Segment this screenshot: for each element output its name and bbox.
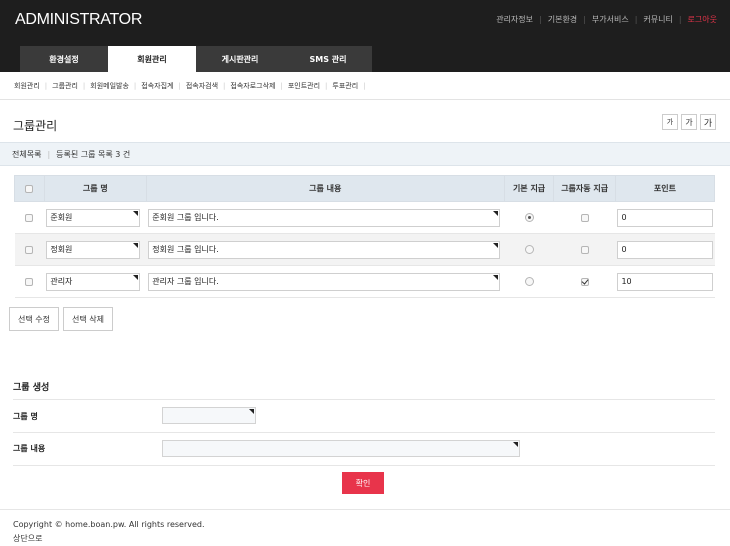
separator: | — [133, 81, 137, 90]
group-name-label: 그룹 명 — [13, 412, 38, 421]
separator: | — [280, 81, 283, 90]
subnav-visitor-log-delete[interactable]: 접속자로그삭제 — [230, 81, 275, 91]
separator: | — [539, 15, 542, 24]
divider — [13, 432, 715, 433]
copyright-text: Copyright © home.boan.pw. All rights res… — [13, 520, 205, 529]
point-input[interactable]: 0 — [617, 240, 714, 259]
admin-header: ADMINISTRATOR 관리자정보 | 기본환경 | 부가서비스 | 커뮤니… — [0, 0, 730, 72]
main-nav: 환경설정 회원관리 게시판관리 SMS 관리 — [20, 46, 372, 72]
subnav-member-mail[interactable]: 회원메일발송 — [90, 81, 129, 91]
site-logo[interactable]: ADMINISTRATOR — [15, 11, 142, 29]
confirm-button[interactable]: 확인 — [342, 472, 384, 494]
table-row: 관리자 관리자 그룹 입니다. 10 — [14, 265, 715, 298]
row-select-checkbox[interactable] — [25, 213, 34, 222]
top-link-admin-info[interactable]: 관리자정보 — [496, 14, 533, 25]
group-name-input[interactable]: 준회원 — [46, 208, 141, 227]
footer-divider — [0, 509, 730, 510]
subnav-group-manage[interactable]: 그룹관리 — [52, 81, 78, 91]
separator: | — [44, 81, 48, 90]
new-group-desc-input[interactable] — [162, 440, 520, 457]
separator: | — [583, 15, 586, 24]
subnav-visitor-stats[interactable]: 접속자집계 — [141, 81, 173, 91]
font-small-button[interactable]: 가 — [662, 114, 678, 130]
group-desc-label: 그룹 내용 — [13, 444, 46, 453]
separator: | — [363, 81, 366, 90]
separator: | — [223, 81, 226, 90]
row-select-checkbox[interactable] — [25, 277, 34, 286]
column-header-point: 포인트 — [614, 175, 716, 202]
font-size-controls: 가 가 가 — [662, 114, 716, 130]
group-name-input[interactable]: 관리자 — [46, 272, 141, 291]
default-group-radio[interactable] — [524, 213, 534, 222]
top-link-basic-config[interactable]: 기본환경 — [548, 14, 577, 25]
group-desc-input[interactable]: 정회원 그룹 입니다. — [148, 240, 501, 259]
group-name-input[interactable]: 정회원 — [46, 240, 141, 259]
subnav-point-manage[interactable]: 포인트관리 — [288, 81, 320, 91]
auto-grant-checkbox[interactable] — [580, 213, 589, 222]
point-input[interactable]: 0 — [617, 208, 714, 227]
top-utility-nav: 관리자정보 | 기본환경 | 부가서비스 | 커뮤니티 | 로그아웃 — [496, 14, 717, 25]
subnav-poll-manage[interactable]: 투표관리 — [332, 81, 358, 91]
top-link-extra-services[interactable]: 부가서비스 — [592, 14, 629, 25]
separator: | — [678, 15, 682, 24]
group-table: 그룹 명 그룹 내용 기본 지급 그룹자동 지급 포인트 준회원 준회원 그룹 … — [14, 175, 716, 298]
subnav-member-manage[interactable]: 회원관리 — [14, 81, 40, 91]
default-group-radio[interactable] — [524, 245, 534, 254]
new-group-name-input[interactable] — [162, 407, 256, 424]
page-title: 그룹관리 — [13, 119, 58, 133]
row-select-checkbox[interactable] — [25, 245, 34, 254]
column-header-name: 그룹 명 — [43, 175, 147, 202]
table-header-row: 그룹 명 그룹 내용 기본 지급 그룹자동 지급 포인트 — [14, 175, 716, 202]
point-input[interactable]: 10 — [617, 272, 714, 291]
group-count-text: 등록된 그룹 목록 3 건 — [56, 149, 131, 159]
font-medium-button[interactable]: 가 — [681, 114, 697, 130]
auto-grant-checkbox[interactable] — [580, 277, 589, 286]
separator: | — [178, 81, 181, 90]
tab-settings[interactable]: 환경설정 — [20, 46, 108, 72]
create-group-title: 그룹 생성 — [13, 383, 50, 393]
default-group-radio[interactable] — [524, 277, 534, 286]
group-desc-input[interactable]: 준회원 그룹 입니다. — [148, 208, 501, 227]
separator: | — [47, 149, 51, 159]
logout-link[interactable]: 로그아웃 — [688, 14, 717, 25]
select-all-cell — [14, 175, 45, 202]
divider — [13, 399, 715, 400]
font-large-button[interactable]: 가 — [700, 114, 716, 130]
divider — [13, 465, 715, 466]
auto-grant-checkbox[interactable] — [580, 245, 589, 254]
column-header-desc: 그룹 내용 — [145, 175, 505, 202]
table-row: 정회원 정회원 그룹 입니다. 0 — [14, 233, 715, 266]
tab-boards[interactable]: 게시판관리 — [196, 46, 284, 72]
tab-sms[interactable]: SMS 관리 — [284, 46, 372, 72]
top-link-community[interactable]: 커뮤니티 — [643, 14, 672, 25]
column-header-default: 기본 지급 — [503, 175, 555, 202]
subnav-visitor-search[interactable]: 접속자검색 — [186, 81, 218, 91]
back-to-top-link[interactable]: 상단으로 — [13, 533, 42, 544]
separator: | — [634, 15, 638, 24]
sub-nav: 회원관리 | 그룹관리 | 회원메일발송 | 접속자집계 | 접속자검색 | 접… — [0, 72, 730, 100]
list-summary: 전체목록 | 등록된 그룹 목록 3 건 — [0, 142, 730, 166]
delete-selected-button[interactable]: 선택 삭제 — [62, 307, 113, 331]
all-list-link[interactable]: 전체목록 — [12, 149, 41, 160]
group-desc-input[interactable]: 관리자 그룹 입니다. — [148, 272, 501, 291]
edit-selected-button[interactable]: 선택 수정 — [9, 307, 59, 331]
column-header-auto: 그룹자동 지급 — [553, 175, 616, 202]
select-all-checkbox[interactable] — [25, 184, 34, 193]
tab-members[interactable]: 회원관리 — [108, 46, 196, 72]
table-actions: 선택 수정 선택 삭제 — [9, 307, 113, 331]
separator: | — [82, 81, 86, 90]
separator: | — [325, 81, 328, 90]
table-row: 준회원 준회원 그룹 입니다. 0 — [14, 201, 715, 234]
